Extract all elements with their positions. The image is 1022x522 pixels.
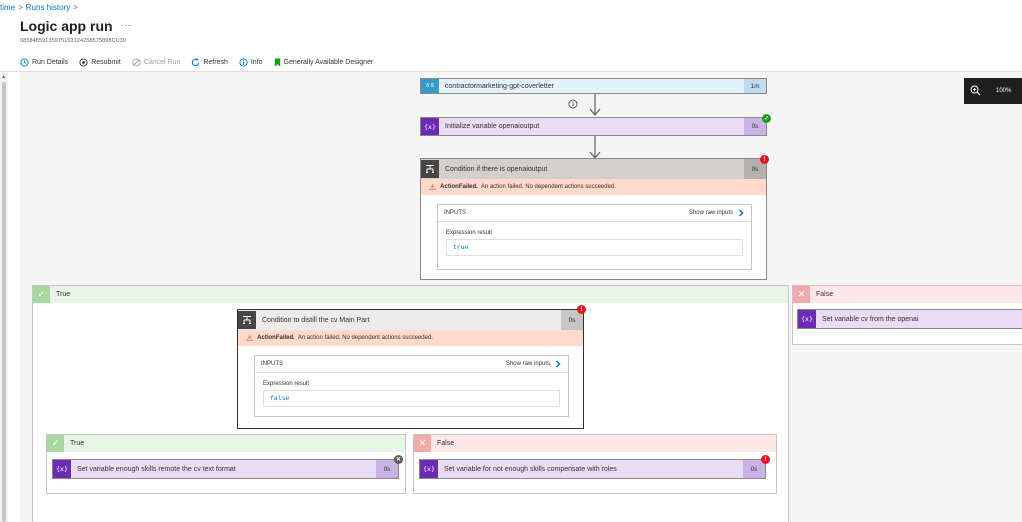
close-icon: ✕ [793,286,810,303]
inner-true-header[interactable]: ✓ True [47,435,405,452]
warning-icon: ⚠ [429,182,437,192]
scroll-up-icon[interactable]: ▲ [1,74,6,80]
inputs-label: INPUTS [444,210,467,216]
refresh-button[interactable]: Refresh [191,57,228,67]
run-id: 08584859135975153124258575898CU30 [20,38,127,44]
inputs-panel: INPUTS Show raw inputs Expression result… [437,204,752,270]
warning-icon: ⚠ [246,333,254,343]
variable-icon: {x} [53,460,71,478]
resubmit-icon [79,57,88,67]
run-details-button[interactable]: Run Details [20,57,68,67]
expression-result-label: Expression result [446,230,493,236]
action-card-set-cv[interactable]: {x} Set variable cv from the openai [797,309,1022,329]
variable-icon: {x} [798,310,816,328]
show-raw-inputs-link[interactable]: Show raw inputs [689,209,745,217]
zoom-level: 100% [996,88,1012,94]
refresh-icon [192,57,200,66]
variable-icon: {x} [421,118,439,135]
expression-result-label: Expression result [263,381,310,387]
show-raw-inputs-link[interactable]: Show raw inputs [506,360,562,368]
error-banner: ⚠ ActionFailed. An action failed. No dep… [238,330,583,346]
check-icon: ✓ [47,435,64,452]
error-icon: ! [761,455,770,464]
action-card-init-variable[interactable]: {x} Initialize variable openaioutput 0s [420,117,767,136]
skipped-icon: ✕ [394,455,403,464]
breadcrumb-runs-history[interactable]: Runs history [26,3,70,12]
chevron-right-icon [738,209,744,217]
close-icon: ✕ [414,435,431,452]
breadcrumb: time > Runs history > [0,3,78,12]
action-card-enough-skills[interactable]: {x} Set variable enough skills remote th… [52,459,399,479]
error-icon: ! [577,305,586,314]
cancel-run-button[interactable]: Cancel Run [132,57,180,67]
resubmit-button[interactable]: Resubmit [79,57,121,67]
expression-result-value: false [263,390,560,407]
zoom-control[interactable]: 100% [964,78,1022,104]
breadcrumb-home[interactable]: time [0,3,15,12]
zoom-in-icon[interactable] [970,85,981,96]
designer-canvas[interactable]: δ δ contractormarketing-gpt-coverletter … [20,72,1022,522]
condition-header[interactable]: Condition if there is openaioutput 0s [421,159,766,179]
info-icon [239,57,248,67]
inputs-panel: INPUTS Show raw inputs Expression result… [254,355,569,417]
condition-card-openaioutput[interactable]: Condition if there is openaioutput 0s ⚠ … [420,158,767,280]
success-check-icon: ✓ [762,114,771,123]
more-options-icon[interactable]: ··· [121,20,131,31]
inner-false-header[interactable]: ✕ False [414,435,776,452]
check-icon: ✓ [33,286,50,303]
condition-header[interactable]: Condition to distill the cv Main Part 0s [238,310,583,330]
chevron-right-icon [555,360,561,368]
false-branch-header[interactable]: ✕ False [793,286,1022,303]
scroll-thumb[interactable] [2,82,6,522]
http-icon: δ δ [421,79,439,93]
true-branch-header[interactable]: ✓ True [33,286,788,303]
error-icon: ! [760,155,769,164]
action-card-not-enough-skills[interactable]: {x} Set variable for not enough skills c… [419,459,766,479]
info-button[interactable]: Info [239,57,263,67]
toolbar: Run Details Resubmit Cancel Run Refresh … [20,56,384,68]
action-card-coverletter[interactable]: δ δ contractormarketing-gpt-coverletter … [420,78,767,94]
inputs-label: INPUTS [261,361,284,367]
designer-button[interactable]: Generally Available Designer [274,57,373,67]
history-icon [20,57,29,67]
cancel-icon [132,57,141,67]
info-circle-icon[interactable] [568,99,578,109]
condition-icon [238,311,256,329]
bookmark-icon [274,57,280,67]
page-title: Logic app run [20,18,113,34]
expression-result-value: true [446,239,743,256]
condition-card-distill-cv[interactable]: Condition to distill the cv Main Part 0s… [237,309,584,429]
error-banner: ⚠ ActionFailed. An action failed. No dep… [421,179,766,195]
variable-icon: {x} [420,460,438,478]
condition-icon [421,160,439,178]
